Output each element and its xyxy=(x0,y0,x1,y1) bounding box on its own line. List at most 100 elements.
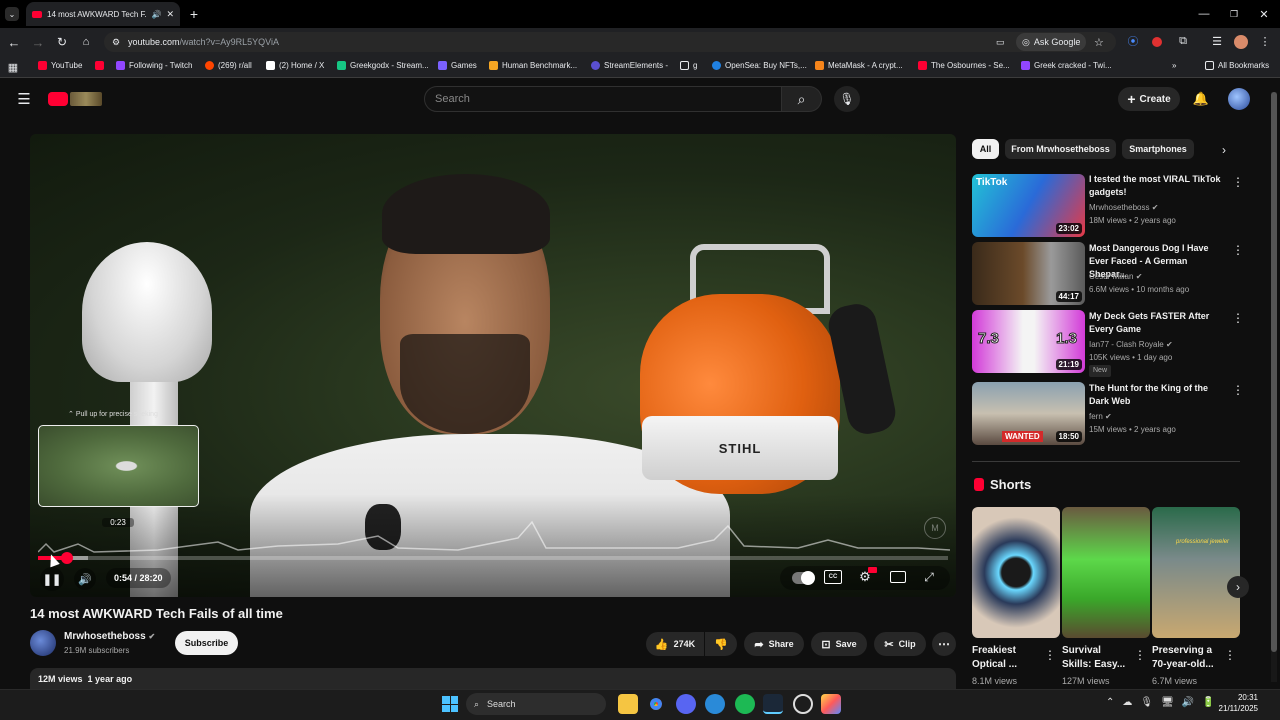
bookmark-youtube-2[interactable] xyxy=(95,61,104,70)
rec-menu-icon[interactable]: ⋮ xyxy=(1232,175,1244,189)
extensions-icon[interactable]: ⧉ xyxy=(1176,34,1190,48)
cast-icon[interactable]: ▭ xyxy=(996,37,1005,48)
bookmark-star-icon[interactable]: ☆ xyxy=(1094,36,1104,49)
create-button[interactable]: + Create xyxy=(1118,87,1180,111)
voice-search-button[interactable]: 🎙 xyxy=(834,86,860,112)
chip-from-channel[interactable]: From Mrwhosetheboss xyxy=(1005,139,1116,159)
rec-title[interactable]: My Deck Gets FASTER After Every Game xyxy=(1089,310,1227,336)
rec-title[interactable]: I tested the most VIRAL TikTok gadgets! xyxy=(1089,173,1227,199)
discord-icon[interactable] xyxy=(676,694,696,714)
address-bar[interactable]: ⚙ youtube.com/watch?v=Ay9RL5YQViA ▭ ◎ Ask… xyxy=(104,32,1116,52)
subtitles-icon[interactable]: CC xyxy=(824,570,842,584)
bookmark-twitch[interactable]: Following - Twitch xyxy=(116,61,192,70)
rec-channel[interactable]: Ian77 - Clash Royale ✔ xyxy=(1089,338,1173,351)
close-window-icon[interactable]: ✕ xyxy=(1256,6,1272,22)
short-thumbnail[interactable] xyxy=(1062,507,1150,638)
rec-title[interactable]: The Hunt for the King of the Dark Web xyxy=(1089,382,1227,408)
restore-icon[interactable]: ❐ xyxy=(1226,6,1242,22)
rec-thumbnail[interactable]: 7.3 1.3 21:19 xyxy=(972,310,1085,373)
extension-red-icon[interactable] xyxy=(1152,37,1162,47)
clock[interactable]: 20:31 21/11/2025 xyxy=(1208,692,1258,714)
more-actions-button[interactable]: ⋯ xyxy=(932,632,956,656)
tab-close-icon[interactable]: ✕ xyxy=(166,9,174,20)
extension-icon[interactable]: ⦿ xyxy=(1126,34,1140,48)
browser-menu-icon[interactable]: ⋮ xyxy=(1258,34,1272,48)
dislike-button[interactable]: 👎 xyxy=(705,632,737,656)
rec-menu-icon[interactable]: ⋮ xyxy=(1232,311,1244,325)
like-button[interactable]: 👍 274K xyxy=(646,632,704,656)
rec-menu-icon[interactable]: ⋮ xyxy=(1232,243,1244,257)
ccleaner-icon[interactable] xyxy=(705,694,725,714)
all-bookmarks[interactable]: All Bookmarks xyxy=(1205,61,1269,70)
guide-menu-icon[interactable]: ☰ xyxy=(16,91,32,108)
subscribe-button[interactable]: Subscribe xyxy=(175,631,238,655)
file-explorer-icon[interactable] xyxy=(618,694,638,714)
volume-button[interactable]: 🔊 xyxy=(74,568,96,590)
reload-icon[interactable]: ↻ xyxy=(54,34,70,50)
tab-search-icon[interactable]: ⌄ xyxy=(5,7,19,21)
minimize-icon[interactable]: — xyxy=(1196,6,1212,22)
short-thumbnail[interactable] xyxy=(972,507,1060,638)
new-tab-icon[interactable]: + xyxy=(186,6,202,22)
short-title[interactable]: Survival Skills: Easy... xyxy=(1062,644,1138,672)
bookmark-opensea[interactable]: OpenSea: Buy NFTs,... xyxy=(712,61,807,70)
profile-avatar[interactable] xyxy=(1234,35,1248,49)
shorts-next-icon[interactable]: › xyxy=(1227,576,1249,598)
bookmark-human-benchmark[interactable]: Human Benchmark... xyxy=(489,61,577,70)
rec-channel[interactable]: fern ✔ xyxy=(1089,410,1112,423)
taskbar-search[interactable]: ⌕ Search xyxy=(466,693,606,715)
share-button[interactable]: ➦ Share xyxy=(744,632,804,656)
bookmark-greek-cracked[interactable]: Greek cracked - Twi... xyxy=(1021,61,1112,70)
forward-icon[interactable]: → xyxy=(30,34,46,50)
back-icon[interactable]: ← xyxy=(6,34,22,50)
short-thumbnail[interactable]: professional jeweler xyxy=(1152,507,1240,638)
pause-button[interactable]: ❚❚ xyxy=(40,567,64,591)
rec-menu-icon[interactable]: ⋮ xyxy=(1232,383,1244,397)
rec-thumbnail[interactable]: WANTED 18:50 xyxy=(972,382,1085,445)
bookmark-metamask[interactable]: MetaMask - A crypt... xyxy=(815,61,903,70)
rec-thumbnail[interactable]: TikTok 23:02 xyxy=(972,174,1085,237)
ask-google-button[interactable]: ◎ Ask Google xyxy=(1016,33,1087,51)
speaker-icon[interactable]: 🔊 xyxy=(151,10,161,19)
page-scrollbar[interactable] xyxy=(1271,92,1277,682)
progress-bar[interactable] xyxy=(38,552,948,564)
bookmarks-overflow-icon[interactable]: » xyxy=(1172,61,1176,70)
bookmark-x[interactable]: (2) Home / X xyxy=(266,61,324,70)
account-avatar[interactable] xyxy=(1228,88,1250,110)
chip-smartphones[interactable]: Smartphones xyxy=(1122,139,1194,159)
autoplay-toggle[interactable] xyxy=(792,571,815,585)
short-menu-icon[interactable]: ⋮ xyxy=(1044,648,1056,662)
chip-all[interactable]: All xyxy=(972,139,999,159)
chrome-icon[interactable] xyxy=(646,694,666,714)
notifications-bell-icon[interactable]: 🔔 xyxy=(1192,90,1210,108)
search-button[interactable]: ⌕ xyxy=(782,86,822,112)
short-menu-icon[interactable]: ⋮ xyxy=(1224,648,1236,662)
chips-next-icon[interactable]: › xyxy=(1216,142,1232,158)
spotify-icon[interactable] xyxy=(735,694,755,714)
bookmark-folder-g[interactable]: g xyxy=(680,61,697,70)
channel-avatar[interactable] xyxy=(30,630,56,656)
theater-mode-icon[interactable] xyxy=(890,571,906,583)
fullscreen-icon[interactable]: ⤢ xyxy=(920,568,938,586)
short-title[interactable]: Freakiest Optical ... xyxy=(972,644,1048,672)
reading-list-icon[interactable]: ☰ xyxy=(1210,34,1224,48)
bookmark-greekgodx[interactable]: Greekgodx - Stream... xyxy=(337,61,429,70)
rec-thumbnail[interactable]: 44:17 xyxy=(972,242,1085,305)
youtube-logo[interactable] xyxy=(48,92,104,106)
scrollbar-thumb[interactable] xyxy=(1271,92,1277,652)
apps-icon[interactable]: ▦ xyxy=(6,60,20,74)
bookmark-reddit[interactable]: (269) r/all xyxy=(205,61,252,70)
bookmark-streamelements[interactable]: StreamElements - xyxy=(591,61,668,70)
bookmark-games[interactable]: Games xyxy=(438,61,477,70)
short-title[interactable]: Preserving a 70-year-old... xyxy=(1152,644,1228,672)
system-tray[interactable]: ⌃☁🎙🖥🔊🔋 xyxy=(1106,697,1223,708)
bookmark-osbournes[interactable]: The Osbournes - Se... xyxy=(918,61,1010,70)
start-icon[interactable] xyxy=(440,694,460,714)
rec-channel[interactable]: Mrwhosetheboss ✔ xyxy=(1089,201,1158,214)
app-icon[interactable] xyxy=(793,694,813,714)
channel-name[interactable]: Mrwhosetheboss ✔ xyxy=(64,631,155,642)
app-icon-2[interactable] xyxy=(821,694,841,714)
rec-channel[interactable]: Cesar Millan ✔ xyxy=(1089,270,1142,283)
search-input[interactable]: Search xyxy=(424,86,782,112)
browser-tab[interactable]: 14 most AWKWARD Tech F... 🔊 ✕ xyxy=(26,2,180,26)
